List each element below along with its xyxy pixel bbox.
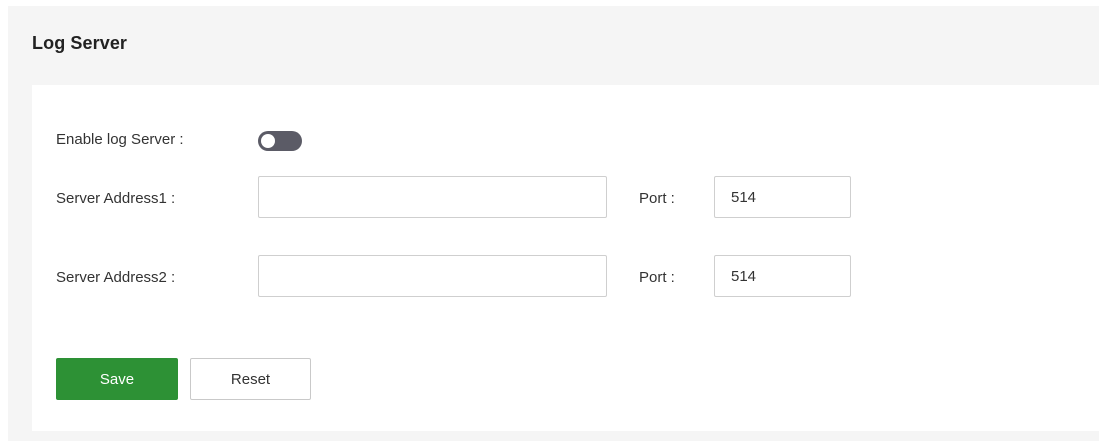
port2-input[interactable] [714,255,851,297]
panel-title: Log Server [32,33,128,53]
log-server-panel: Log Server Enable log Server : Server Ad… [8,6,1099,441]
enable-log-server-label: Enable log Server : [56,131,184,148]
server-address2-label: Server Address2 : [56,269,176,286]
port1-label: Port : [639,190,675,207]
port2-label: Port : [639,269,675,286]
save-button[interactable]: Save [56,358,178,400]
server-address2-input[interactable] [258,255,607,297]
reset-button[interactable]: Reset [190,358,311,400]
enable-log-server-toggle[interactable] [258,131,302,151]
toggle-knob [261,134,275,148]
port1-input[interactable] [714,176,851,218]
server-address1-input[interactable] [258,176,607,218]
log-server-form: Enable log Server : Server Address1 : Po… [32,85,1099,431]
server-address1-label: Server Address1 : [56,190,176,207]
page: Log Server Enable log Server : Server Ad… [0,0,1099,441]
